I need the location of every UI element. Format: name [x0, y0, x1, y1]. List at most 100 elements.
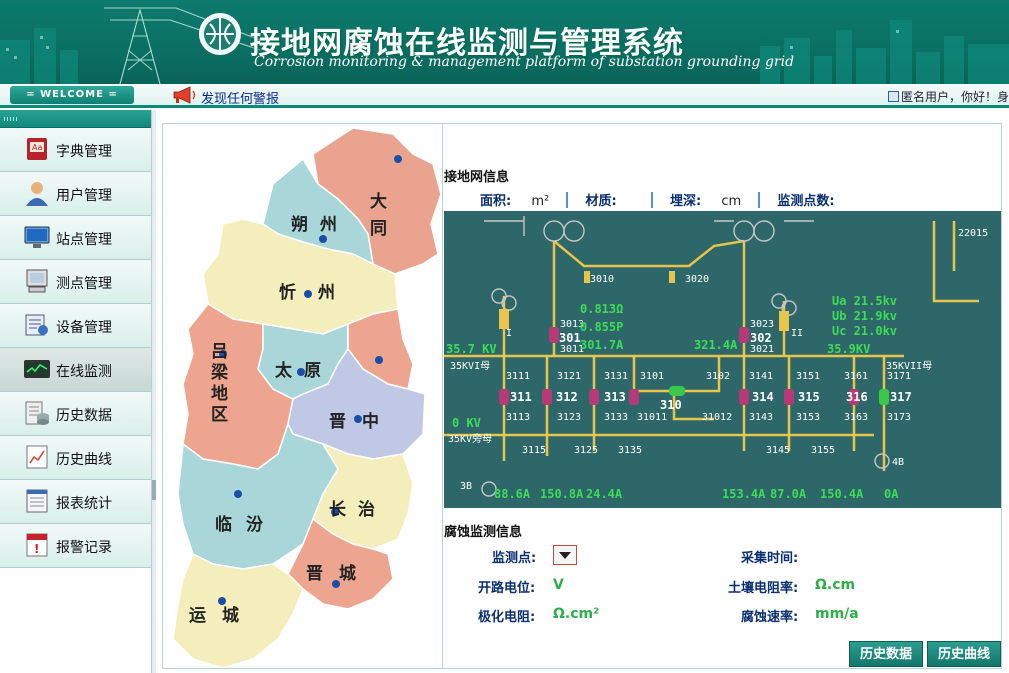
monitor-point-select[interactable] [553, 545, 577, 565]
map-label-linfen: 临汾 [215, 514, 277, 535]
map-label-xinzhou: 忻州 [279, 282, 357, 303]
label-i2: II [791, 328, 803, 339]
sidebar-item-label: 字典管理 [56, 144, 112, 160]
label-31011: 31011 [637, 412, 667, 423]
label-3163: 3163 [844, 412, 868, 423]
label-3b: 3B [460, 481, 472, 492]
megaphone-icon [173, 86, 196, 104]
label-301: 301 [559, 331, 581, 345]
soil-resistivity-unit: Ω.cm [815, 577, 856, 593]
label-bus2: 35KVII母 [886, 360, 932, 372]
reading-1534a: 153.4A [722, 487, 766, 501]
reading-359kv: 35.9KV [827, 342, 870, 356]
soil-resistivity-label: 土壤电阻率: [728, 581, 799, 596]
area-label: 面积: [480, 194, 512, 209]
label-31012: 31012 [702, 412, 732, 423]
user-greeting-text: 匿名用户，你好！身 [900, 90, 1009, 104]
splitter-handle[interactable] [152, 480, 156, 500]
monitor-point-label: 监测点: [492, 551, 537, 566]
sidebar-item-alarm-records[interactable]: ! 报警记录 [0, 524, 151, 568]
user-card-icon [887, 91, 899, 102]
area-unit: m² [531, 194, 550, 209]
label-3155: 3155 [811, 445, 835, 456]
label-3010: 3010 [590, 274, 614, 285]
label-3143: 3143 [749, 412, 773, 423]
corrosion-rate-unit: mm/a [815, 606, 859, 622]
user-icon [26, 182, 48, 206]
sidebar-item-label: 报表统计 [56, 496, 112, 512]
reading-3017: 301.7A [580, 338, 624, 352]
reading-ub: Ub 21.9kv [832, 309, 897, 323]
open-potential-label: 开路电位: [478, 581, 536, 596]
label-310: 310 [660, 398, 682, 412]
label-3123: 3123 [557, 412, 581, 423]
sidebar-item-label: 历史曲线 [56, 452, 112, 468]
sidebar-item-label: 测点管理 [56, 276, 112, 292]
svg-text:Aa: Aa [32, 143, 42, 152]
sidebar-item-online-monitor[interactable]: 在线监测 [0, 348, 151, 392]
sidebar-item-points[interactable]: 测点管理 [0, 260, 151, 304]
grid-info-title: 接地网信息 [444, 170, 510, 185]
history-data-button[interactable]: 历史数据 [849, 641, 923, 667]
chart-screen-icon [24, 360, 50, 378]
sidebar-item-history-data[interactable]: 历史数据 [0, 392, 151, 436]
alarm-ticker[interactable]: 发现任何警报 [201, 88, 279, 107]
dictionary-icon: Aa [27, 138, 47, 160]
sidebar-item-reports[interactable]: 报表统计 [0, 480, 151, 524]
reading-0a: 0A [884, 487, 899, 501]
marker-jinzhong-north[interactable] [375, 356, 383, 364]
separator [566, 192, 569, 208]
map-label-yuncheng: 运城 [189, 606, 255, 626]
label-3131: 3131 [604, 371, 628, 382]
label-311: 311 [510, 390, 532, 404]
label-3171: 3171 [887, 371, 911, 382]
label-3133: 3133 [604, 412, 628, 423]
globe-logo-icon [199, 13, 241, 55]
collect-time-label: 采集时间: [741, 551, 799, 566]
sidebar-item-dictionary[interactable]: Aa 字典管理 [0, 128, 151, 172]
label-3145: 3145 [766, 445, 790, 456]
sidebar-splitter[interactable] [152, 110, 156, 673]
label-3153: 3153 [796, 412, 820, 423]
map-label-jincheng: 晋城 [306, 564, 372, 584]
polarization-resistance-label: 极化电阻: [478, 610, 536, 625]
label-bus3: 35KV旁母 [448, 432, 492, 445]
label-3135: 3135 [618, 445, 642, 456]
sidebar-item-label: 站点管理 [56, 232, 112, 248]
reading-ua: Ua 21.5kv [832, 294, 897, 308]
sidebar-item-users[interactable]: 用户管理 [0, 172, 151, 216]
alarm-icon: ! [26, 533, 48, 557]
label-4b: 4B [892, 457, 904, 468]
separator [758, 192, 761, 208]
province-map: 大同 朔州 忻州 吕梁地区 太原 晋中 临汾 长治 晋城 运城 [172, 127, 441, 668]
sidebar-item-history-curve[interactable]: 历史曲线 [0, 436, 151, 480]
map-label-changzhi: 长治 [329, 499, 387, 520]
label-3020: 3020 [685, 274, 709, 285]
reading-1508a: 150.8A [540, 487, 584, 501]
marker-linfen[interactable] [234, 490, 242, 498]
label-316: 316 [846, 390, 868, 404]
sidebar-item-devices[interactable]: 设备管理 [0, 304, 151, 348]
sidebar-item-stations[interactable]: 站点管理 [0, 216, 151, 260]
device-icon [25, 314, 48, 336]
label-i1: I [506, 328, 512, 339]
label-314: 314 [752, 390, 774, 404]
label-3115: 3115 [522, 445, 546, 456]
computer-icon [26, 269, 48, 293]
reading-uc: Uc 21.0kv [832, 324, 897, 338]
corrosion-info-title: 腐蚀监测信息 [444, 525, 523, 540]
sidebar-item-label: 历史数据 [56, 408, 112, 424]
label-3023: 3023 [750, 319, 774, 330]
depth-unit: cm [721, 194, 742, 209]
marker-shuozhou[interactable] [319, 235, 327, 243]
map-label-lvliang: 吕梁地区 [207, 342, 229, 426]
material-label: 材质: [585, 194, 617, 209]
marker-datong[interactable] [394, 155, 402, 163]
history-curve-button[interactable]: 历史曲线 [927, 641, 1001, 667]
marker-yuncheng[interactable] [218, 597, 226, 605]
curve-icon [26, 445, 48, 469]
welcome-badge: = WELCOME = [10, 86, 134, 104]
sidebar-item-label: 用户管理 [56, 188, 112, 204]
map-label-shuozhou: 朔州 [291, 214, 349, 235]
reading-0kv: 0 KV [452, 416, 481, 430]
